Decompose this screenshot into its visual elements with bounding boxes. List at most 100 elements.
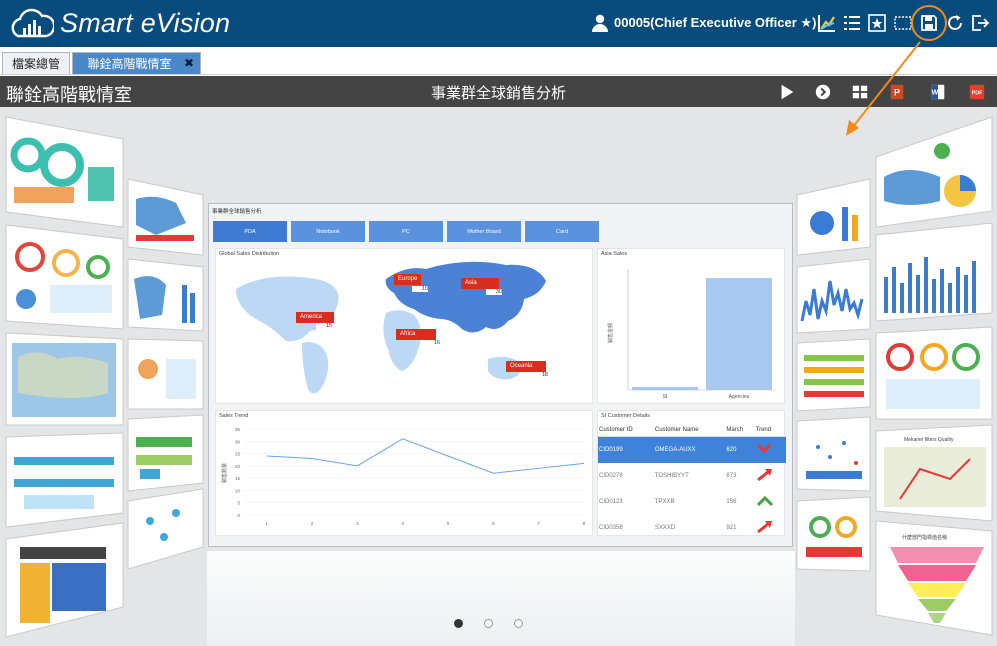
dashboard-carousel: Mekanet filters Quality 什麼部門指標值名稱 事業群全球銷… [0, 107, 997, 646]
product-button-notebook[interactable]: Notebook [291, 221, 365, 242]
logout-icon [972, 15, 990, 31]
table-row[interactable]: CID0278 TOSHIBYYT 873 [598, 463, 786, 489]
region-value-asia: 30 [486, 289, 502, 295]
x-tick-label: 5 [447, 521, 450, 526]
word-icon: W [931, 84, 945, 100]
thumbnail-dashboard-left[interactable] [5, 224, 124, 330]
table-cell: CID0278 [599, 473, 623, 479]
chart-icon [818, 15, 835, 32]
x-tick-label: 7 [537, 521, 540, 526]
export-ppt-button[interactable]: P [887, 82, 907, 102]
next-button[interactable] [813, 82, 833, 102]
tab-label: 檔案總管 [11, 57, 60, 71]
export-pdf-button[interactable]: PDF [967, 82, 987, 102]
y-tick-label: 30 [235, 439, 241, 444]
thumbnail-gauge-right[interactable] [796, 496, 871, 572]
trend-up-icon [755, 515, 786, 541]
column-header[interactable]: March [725, 424, 755, 437]
next-icon [815, 84, 831, 100]
product-button-pda[interactable]: PDA [213, 221, 287, 242]
thumbnail-gauges-right[interactable] [875, 326, 993, 420]
favorite-button[interactable] [866, 12, 888, 34]
column-header[interactable]: Customer ID [598, 424, 654, 437]
product-button-card[interactable]: Card [525, 221, 599, 242]
thumbnail-funnel-right[interactable]: 什麼部門指標值名稱 [875, 520, 993, 636]
thumbnail-map-us-left[interactable] [127, 178, 204, 256]
region-value-america: 15 [316, 323, 332, 329]
y-tick-label: 15 [235, 476, 241, 481]
logo: Smart eVision [8, 6, 230, 40]
thumbnail-route-map-right[interactable]: Mekanet filters Quality [875, 424, 993, 522]
list-icon [844, 16, 860, 30]
save-highlight-circle [911, 5, 947, 41]
y-tick-label: 0 [237, 513, 240, 518]
asia-sales-chart[interactable]: 銷售金額 SI Agencies [598, 249, 786, 405]
list-button[interactable] [841, 12, 863, 34]
table-row[interactable]: CID0199 OMEGA-AUXX 620 [598, 436, 786, 463]
y-tick-label: 10 [235, 488, 241, 493]
user-label: 00005(Chief Executive Officer ★) [614, 15, 817, 30]
region-value-oceania: 18 [532, 372, 548, 378]
user-info[interactable]: 00005(Chief Executive Officer ★) [592, 14, 816, 32]
thumbnail-table-left[interactable] [5, 522, 124, 638]
thumbnail-gantt-right[interactable] [796, 338, 871, 412]
y-axis-label: 銷售金額 [607, 323, 614, 343]
thumbnail-bar-right[interactable] [796, 178, 871, 256]
x-tick-label: SI [663, 394, 668, 400]
x-tick-label: Agencies [729, 394, 750, 400]
sales-trend-chart[interactable]: 35 30 25 20 15 10 5 0 銷售數量 1 2 3 4 5 6 7 8 [216, 411, 594, 537]
table-cell: CID0199 [598, 436, 654, 463]
thumbnail-column-chart-right[interactable] [875, 222, 993, 322]
thumbnail-gauges-left[interactable] [5, 116, 124, 228]
thumbnail-factory-left[interactable] [127, 414, 204, 492]
trend-down-icon [754, 436, 786, 463]
thumbnail-map-left[interactable] [5, 332, 124, 426]
thumbnail-china-left[interactable] [127, 258, 204, 332]
card-title: SI Customer Details [601, 413, 650, 419]
close-icon[interactable]: ✖ [184, 56, 194, 70]
asia-sales-card: Asia Sales 銷售金額 SI Agencies [597, 248, 785, 404]
column-header[interactable]: Customer Name [653, 424, 726, 437]
pager-dot-active[interactable] [454, 619, 463, 628]
thumbnail-charts-left[interactable] [127, 338, 204, 410]
tab-war-room[interactable]: 聯銓高階戰情室 ✖ [72, 52, 201, 74]
grid-button[interactable] [850, 82, 870, 102]
x-tick-label: 8 [583, 521, 586, 526]
thumbnail-scatter-right[interactable] [796, 416, 871, 492]
bar [632, 386, 698, 390]
thumbnail-pie-map-right[interactable] [875, 116, 993, 228]
grid-icon [852, 85, 868, 99]
x-tick-label: 3 [356, 521, 359, 526]
play-button[interactable] [777, 82, 797, 102]
product-button-motherboard[interactable]: Mother Board [447, 221, 521, 242]
thumbnail-column-right[interactable] [796, 258, 871, 334]
cloud-logo-icon [11, 8, 54, 38]
table-cell: 620 [725, 436, 755, 463]
column-header[interactable]: Trend [754, 424, 786, 437]
table-row[interactable]: CID0358 SXXXD 921 [598, 515, 786, 541]
pdf-icon: PDF [969, 84, 985, 100]
pager-dot[interactable] [514, 619, 523, 628]
refresh-icon [948, 15, 962, 30]
thumbnail-flow-left[interactable] [5, 432, 124, 528]
export-word-button[interactable]: W [928, 82, 948, 102]
logout-button[interactable] [969, 12, 991, 34]
region-label-europe: Europe [394, 274, 422, 285]
product-button-pc[interactable]: PC [369, 221, 443, 242]
main-dashboard-panel[interactable]: 事業群全球銷售分析 PDA Notebook PC Mother Board C… [208, 203, 793, 547]
svg-text:Mekanet filters Quality: Mekanet filters Quality [904, 437, 954, 443]
world-map[interactable] [216, 249, 594, 405]
ppt-icon: P [890, 84, 904, 100]
y-axis-label: 銷售數量 [221, 463, 228, 483]
table-row[interactable]: CID0123 TPXXB 156 [598, 489, 786, 515]
chart-button[interactable] [816, 12, 838, 34]
pager-dot[interactable] [484, 619, 493, 628]
svg-text:W: W [931, 88, 938, 97]
table-cell: TOSHIBYYT [654, 473, 689, 479]
global-sales-map-card: Global Sales Distribution Europe 10 Asia… [215, 248, 593, 404]
svg-text:PDF: PDF [972, 91, 983, 97]
thumbnail-network-left[interactable] [127, 488, 204, 570]
refresh-button[interactable] [944, 12, 966, 34]
svg-text:什麼部門指標值名稱: 什麼部門指標值名稱 [902, 534, 947, 541]
tab-file-manager[interactable]: 檔案總管 [2, 52, 70, 74]
